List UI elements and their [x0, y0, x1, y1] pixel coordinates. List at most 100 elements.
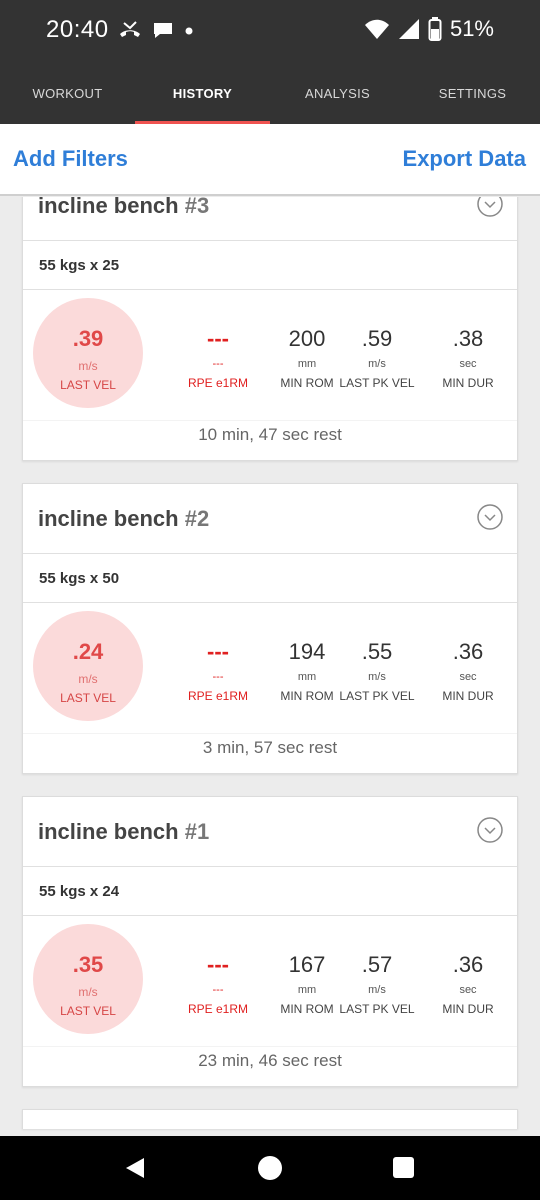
min-dur-metric: .38 sec MIN DUR — [423, 326, 513, 390]
min-dur-metric: .36 sec MIN DUR — [423, 639, 513, 703]
last-pk-vel-unit: m/s — [368, 358, 386, 370]
system-nav-bar — [0, 1136, 540, 1200]
tab-analysis[interactable]: ANALYSIS — [270, 62, 405, 124]
card-header: incline bench #1 — [23, 797, 517, 867]
last-vel-circle: .39 m/s LAST VEL — [33, 298, 143, 408]
history-list[interactable]: incline bench #3 55 kgs x 25 .39 m/s LAS… — [0, 197, 540, 1136]
export-data-button[interactable]: Export Data — [403, 146, 526, 172]
set-card: incline bench #3 55 kgs x 25 .39 m/s LAS… — [22, 197, 518, 461]
min-dur-value: .38 — [452, 326, 484, 351]
rpe-metric: --- --- RPE e1RM — [173, 639, 263, 703]
last-vel-circle: .24 m/s LAST VEL — [33, 611, 143, 721]
card-title: incline bench #1 — [38, 819, 209, 845]
rpe-label: RPE e1RM — [187, 376, 249, 390]
last-pk-vel-value: .59 — [361, 326, 393, 351]
tab-settings[interactable]: SETTINGS — [405, 62, 540, 124]
last-vel-label: LAST VEL — [60, 378, 116, 392]
last-pk-vel-value: .55 — [361, 639, 393, 664]
rpe-value: --- — [207, 326, 229, 351]
rest-time: 23 min, 46 sec rest — [23, 1046, 517, 1086]
last-pk-vel-unit: m/s — [368, 671, 386, 683]
last-pk-vel-label: LAST PK VEL — [339, 689, 415, 703]
status-bar: 20:40 51% — [0, 0, 540, 62]
battery-percent: 51% — [449, 16, 494, 41]
last-pk-vel-metric: .55 m/s LAST PK VEL — [332, 639, 422, 703]
set-number: #1 — [184, 819, 210, 844]
set-number: #3 — [184, 197, 210, 218]
metrics-row: .24 m/s LAST VEL --- --- RPE e1RM 194 mm… — [23, 603, 517, 733]
min-dur-label: MIN DUR — [442, 1002, 494, 1016]
last-vel-value: .35 — [72, 952, 104, 977]
status-right: 51% — [364, 16, 494, 42]
back-icon[interactable] — [124, 1156, 146, 1180]
last-vel-unit: m/s — [78, 672, 98, 686]
chevron-down-icon[interactable] — [477, 504, 503, 530]
chevron-down-icon[interactable] — [477, 197, 503, 217]
min-dur-label: MIN DUR — [442, 689, 494, 703]
notification-icons — [118, 20, 194, 40]
set-card-partial — [22, 1109, 518, 1129]
dot-icon — [185, 27, 193, 35]
card-header: incline bench #2 — [23, 484, 517, 554]
last-vel-circle: .35 m/s LAST VEL — [33, 924, 143, 1034]
rpe-label: RPE e1RM — [187, 689, 249, 703]
set-number: #2 — [184, 506, 210, 531]
set-cards: incline bench #3 55 kgs x 25 .39 m/s LAS… — [22, 197, 518, 1136]
last-vel-unit: m/s — [78, 985, 98, 999]
set-weight-reps: 55 kgs x 25 — [23, 241, 517, 290]
wifi-icon — [364, 19, 389, 39]
last-pk-vel-metric: .57 m/s LAST PK VEL — [332, 952, 422, 1016]
exercise-name: incline bench — [38, 197, 179, 218]
set-weight-reps: 55 kgs x 50 — [23, 554, 517, 603]
last-vel-unit: m/s — [78, 359, 98, 373]
home-icon[interactable] — [258, 1156, 282, 1180]
exercise-name: incline bench — [38, 506, 179, 531]
tab-history[interactable]: HISTORY — [135, 62, 270, 124]
metrics-row: .35 m/s LAST VEL --- --- RPE e1RM 167 mm… — [23, 916, 517, 1046]
min-dur-unit: sec — [459, 358, 477, 370]
rpe-value: --- — [207, 952, 229, 977]
min-dur-value: .36 — [452, 639, 484, 664]
card-title: incline bench #3 — [38, 197, 209, 219]
last-pk-vel-unit: m/s — [368, 984, 386, 996]
recents-icon[interactable] — [393, 1157, 414, 1178]
last-vel-label: LAST VEL — [60, 1004, 116, 1018]
chat-icon — [154, 23, 172, 38]
status-time: 20:40 — [46, 16, 109, 43]
exercise-name: incline bench — [38, 819, 179, 844]
last-pk-vel-value: .57 — [361, 952, 393, 977]
last-vel-value: .24 — [72, 639, 104, 664]
rest-time: 10 min, 47 sec rest — [23, 420, 517, 460]
last-pk-vel-metric: .59 m/s LAST PK VEL — [332, 326, 422, 390]
min-dur-label: MIN DUR — [442, 376, 494, 390]
tab-bar: WORKOUT HISTORY ANALYSIS SETTINGS — [0, 62, 540, 124]
last-vel-label: LAST VEL — [60, 691, 116, 705]
last-pk-vel-label: LAST PK VEL — [339, 376, 415, 390]
rpe-value: --- — [207, 639, 229, 664]
add-filters-button[interactable]: Add Filters — [13, 146, 128, 172]
battery-icon — [428, 17, 442, 41]
rpe-unit: --- — [212, 984, 224, 996]
history-toolbar: Add Filters Export Data — [0, 124, 540, 196]
rest-time: 3 min, 57 sec rest — [23, 733, 517, 773]
metrics-row: .39 m/s LAST VEL --- --- RPE e1RM 200 mm… — [23, 290, 517, 420]
last-pk-vel-label: LAST PK VEL — [339, 1002, 415, 1016]
signal-icon — [398, 19, 419, 39]
rpe-unit: --- — [212, 671, 224, 683]
set-card: incline bench #2 55 kgs x 50 .24 m/s LAS… — [22, 483, 518, 774]
card-title: incline bench #2 — [38, 506, 209, 532]
min-dur-unit: sec — [459, 984, 477, 996]
rpe-metric: --- --- RPE e1RM — [173, 326, 263, 390]
chevron-down-icon[interactable] — [477, 817, 503, 843]
set-weight-reps: 55 kgs x 24 — [23, 867, 517, 916]
rpe-label: RPE e1RM — [187, 1002, 249, 1016]
min-dur-metric: .36 sec MIN DUR — [423, 952, 513, 1016]
last-vel-value: .39 — [72, 326, 104, 351]
card-header: incline bench #3 — [23, 197, 517, 241]
missed-call-icon — [120, 21, 140, 37]
min-dur-value: .36 — [452, 952, 484, 977]
min-dur-unit: sec — [459, 671, 477, 683]
tab-workout[interactable]: WORKOUT — [0, 62, 135, 124]
set-card: incline bench #1 55 kgs x 24 .35 m/s LAS… — [22, 796, 518, 1087]
rpe-unit: --- — [212, 358, 224, 370]
